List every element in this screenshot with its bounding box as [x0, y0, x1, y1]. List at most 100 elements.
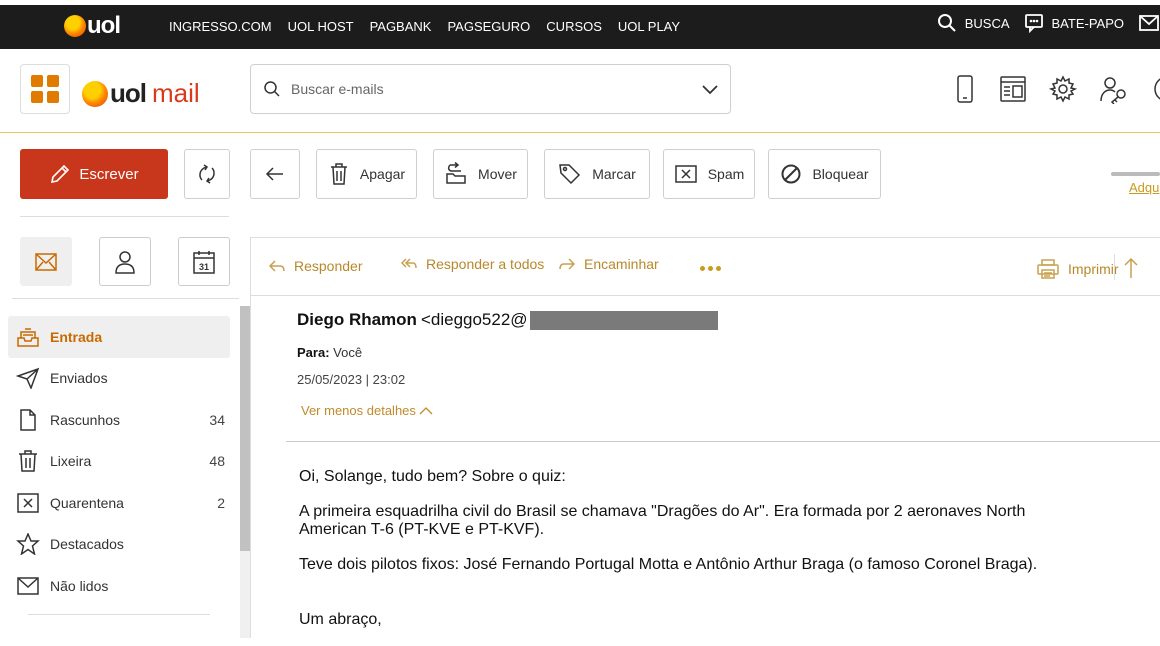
reply-all-icon	[400, 258, 417, 269]
nav-link-pagseguro[interactable]: PAGSEGURO	[447, 19, 530, 34]
sidebar-item-label: Não lidos	[50, 577, 109, 594]
details-toggle[interactable]: Ver menos detalhes	[301, 403, 433, 418]
pencil-icon	[51, 164, 70, 184]
nav-link-uol-host[interactable]: UOL HOST	[288, 19, 354, 34]
tab-mail[interactable]	[20, 237, 72, 286]
envelope-icon	[17, 577, 39, 595]
spam-button[interactable]: Spam	[663, 149, 755, 199]
top-search-link[interactable]: BUSCA	[937, 13, 1010, 33]
message-actions-bar: Responder Responder a todos Encaminhar I…	[250, 238, 1160, 296]
sidebar-item-label: Rascunhos	[50, 411, 121, 428]
action-divider	[1114, 254, 1115, 280]
search-input[interactable]	[291, 81, 671, 97]
tab-contacts[interactable]	[99, 237, 151, 286]
to-label: Para:	[297, 345, 330, 360]
mobile-phone-icon[interactable]	[952, 74, 978, 104]
sidebar-item-unread[interactable]: Não lidos	[8, 565, 230, 607]
body-paragraph: Oi, Solange, tudo bem? Sobre o quiz:	[299, 468, 566, 485]
tab-calendar[interactable]: 31	[178, 237, 230, 286]
spam-button-label: Spam	[707, 166, 745, 182]
block-button-label: Bloquear	[812, 166, 869, 182]
sidebar-item-sent[interactable]: Enviados	[8, 358, 230, 400]
sidebar-item-quarantine[interactable]: Quarentena 2	[8, 482, 230, 524]
sidebar-item-trash[interactable]: Lixeira 48	[8, 441, 230, 483]
chevron-down-icon[interactable]	[700, 79, 720, 99]
print-label: Imprimir	[1068, 261, 1119, 277]
printer-icon	[1037, 259, 1059, 279]
star-icon	[16, 533, 40, 556]
apps-grid-icon	[31, 75, 43, 87]
uol-mail-logo-ball-icon	[82, 80, 108, 107]
trash-icon	[19, 450, 37, 472]
back-button[interactable]	[250, 149, 300, 199]
acquire-link[interactable]: Adqu	[1129, 180, 1159, 195]
send-icon	[16, 368, 40, 390]
nav-link-ingresso[interactable]: INGRESSO.COM	[169, 19, 272, 34]
delete-button[interactable]: Apagar	[316, 149, 417, 199]
sidebar-item-drafts[interactable]: Rascunhos 34	[8, 399, 230, 441]
write-button[interactable]: Escrever	[20, 149, 168, 199]
top-mail-link[interactable]	[1138, 13, 1160, 33]
block-icon	[781, 164, 801, 184]
apps-menu-button[interactable]	[20, 64, 70, 114]
message-body: Oi, Solange, tudo bem? Sobre o quiz: A p…	[299, 468, 1049, 646]
block-button[interactable]: Bloquear	[768, 149, 881, 199]
draft-document-icon	[20, 409, 36, 431]
print-button[interactable]: Imprimir	[1036, 258, 1119, 280]
tag-icon	[559, 164, 581, 185]
more-options-icon[interactable]	[700, 266, 721, 271]
apps-grid-cell	[47, 91, 59, 103]
reply-label: Responder	[294, 258, 363, 274]
folder-count: 48	[209, 453, 225, 470]
top-search-label: BUSCA	[964, 15, 1010, 31]
sidebar-scrollbar-thumb[interactable]	[240, 306, 250, 551]
refresh-button[interactable]	[184, 149, 230, 199]
nav-link-uol-play[interactable]: UOL PLAY	[618, 19, 680, 34]
uol-mail-logo[interactable]: uol mail	[82, 78, 200, 109]
reply-button[interactable]: Responder	[268, 258, 363, 274]
reply-icon	[268, 260, 285, 272]
gear-icon[interactable]	[1048, 74, 1078, 104]
body-paragraph: Teve dois pilotos fixos: José Fernando P…	[299, 556, 1038, 573]
top-chat-label: BATE-PAPO	[1051, 15, 1124, 31]
arrow-up-icon	[1124, 257, 1138, 278]
refresh-icon	[199, 164, 215, 184]
move-button-label: Mover	[478, 166, 517, 182]
layout-icon[interactable]	[998, 74, 1028, 104]
write-button-label: Escrever	[79, 165, 139, 183]
spam-icon	[674, 165, 697, 183]
mark-button-label: Marcar	[592, 166, 636, 182]
scroll-up-button[interactable]	[1122, 256, 1140, 280]
chat-icon	[1024, 14, 1043, 33]
header-icons	[952, 74, 1160, 104]
nav-link-cursos[interactable]: CURSOS	[546, 19, 602, 34]
app-header: uol mail	[0, 49, 1160, 133]
user-key-icon[interactable]	[1098, 74, 1130, 104]
reply-all-button[interactable]: Responder a todos	[400, 256, 544, 272]
person-icon	[115, 250, 135, 274]
chevron-up-icon	[419, 406, 433, 414]
info-icon[interactable]	[1150, 74, 1160, 104]
sidebar-item-starred[interactable]: Destacados	[8, 524, 230, 566]
uol-logo[interactable]: uol	[64, 12, 121, 40]
to-value: Você	[333, 345, 363, 360]
move-button[interactable]: Mover	[433, 149, 528, 199]
top-nav: INGRESSO.COM UOL HOST PAGBANK PAGSEGURO …	[169, 19, 680, 34]
envelope-icon	[35, 252, 57, 271]
redacted-email-block	[529, 310, 718, 330]
folder-count: 2	[217, 494, 225, 511]
more-dot	[700, 266, 705, 271]
mail-logo-mail-text: mail	[152, 78, 200, 108]
quarantine-icon	[17, 493, 39, 513]
top-chat-link[interactable]: BATE-PAPO	[1024, 13, 1124, 33]
message-divider	[286, 441, 1160, 442]
sidebar-item-inbox[interactable]: Entrada	[8, 316, 230, 358]
body-signoff: Um abraço,	[299, 611, 382, 628]
arrow-left-icon	[265, 167, 283, 181]
message-recipient: Para: Você	[297, 345, 362, 360]
forward-button[interactable]: Encaminhar	[558, 256, 659, 272]
forward-label: Encaminhar	[584, 256, 659, 272]
message-date: 25/05/2023 | 23:02	[297, 372, 406, 387]
nav-link-pagbank[interactable]: PAGBANK	[370, 19, 432, 34]
mark-button[interactable]: Marcar	[544, 149, 650, 199]
